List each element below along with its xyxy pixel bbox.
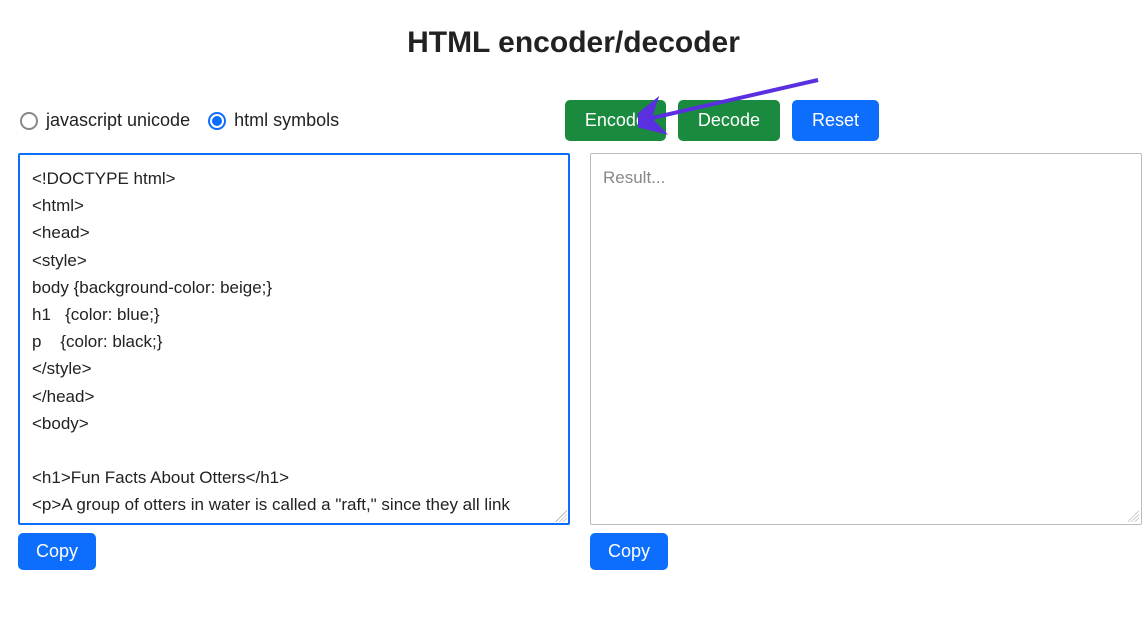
- result-textarea-wrap: [590, 153, 1142, 525]
- decode-button[interactable]: Decode: [678, 100, 780, 141]
- encoding-mode-radios: javascript unicode html symbols: [20, 110, 339, 131]
- radio-dot-icon: [212, 116, 222, 126]
- controls-row: javascript unicode html symbols Encode D…: [18, 100, 1129, 151]
- radio-icon: [20, 112, 38, 130]
- radio-icon: [208, 112, 226, 130]
- copy-input-button[interactable]: Copy: [18, 533, 96, 570]
- action-buttons: Encode Decode Reset: [565, 100, 879, 141]
- encode-button[interactable]: Encode: [565, 100, 666, 141]
- radio-js-unicode-label: javascript unicode: [46, 110, 190, 131]
- result-textarea[interactable]: [590, 153, 1142, 525]
- input-panel: Copy: [18, 153, 570, 570]
- panels: Copy Copy: [18, 153, 1129, 570]
- radio-html-symbols[interactable]: html symbols: [208, 110, 339, 131]
- page-title: HTML encoder/decoder: [18, 26, 1129, 60]
- copy-result-button[interactable]: Copy: [590, 533, 668, 570]
- radio-html-symbols-label: html symbols: [234, 110, 339, 131]
- input-textarea[interactable]: [18, 153, 570, 525]
- result-panel: Copy: [590, 153, 1142, 570]
- radio-js-unicode[interactable]: javascript unicode: [20, 110, 190, 131]
- reset-button[interactable]: Reset: [792, 100, 879, 141]
- input-textarea-wrap: [18, 153, 570, 525]
